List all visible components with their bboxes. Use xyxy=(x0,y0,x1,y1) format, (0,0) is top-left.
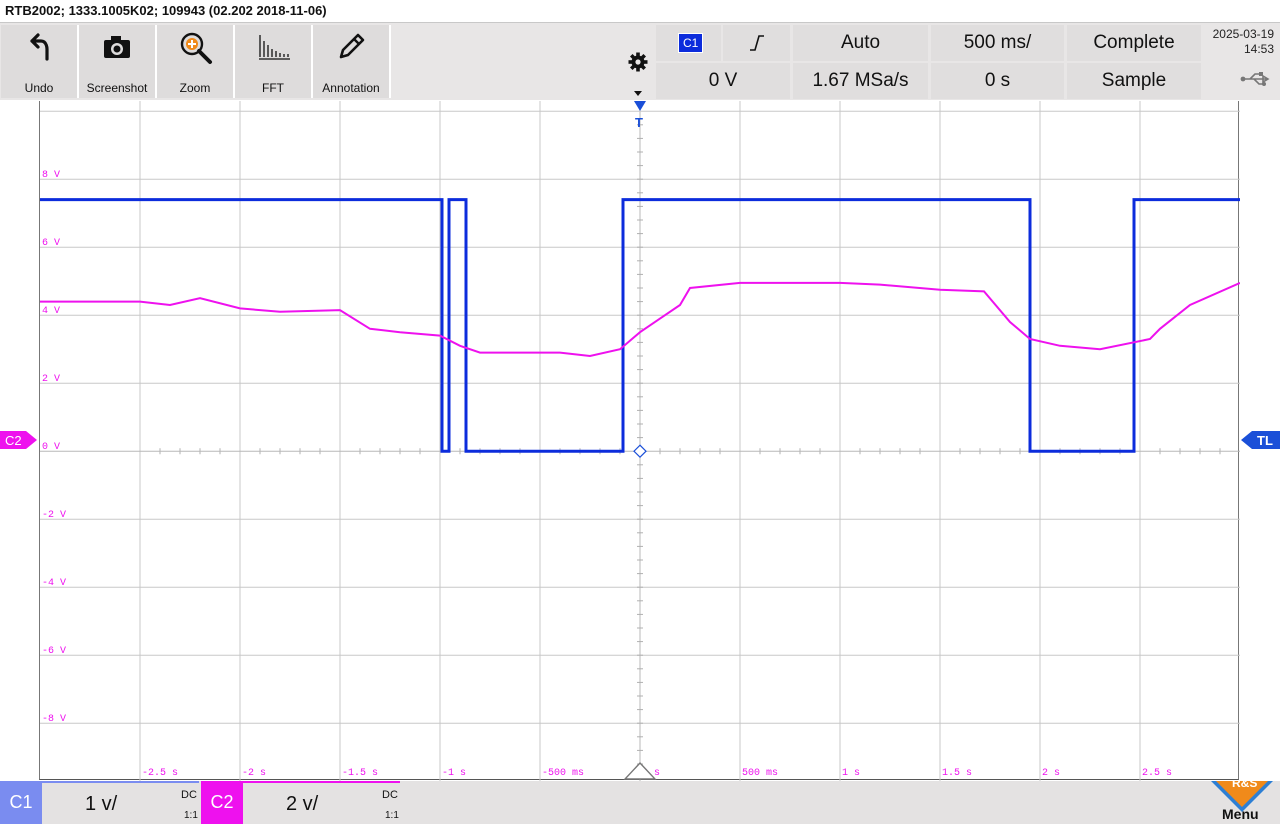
x-tick-label: -1 s xyxy=(442,768,466,779)
y-tick-label: -6 V xyxy=(42,646,66,657)
grid xyxy=(40,101,1240,781)
menu-label: Menu xyxy=(1222,806,1259,822)
trigger-source-badge: C1 xyxy=(678,33,703,53)
y-tick-label: 8 V xyxy=(42,170,60,181)
channel-1-scale: 1 v/ xyxy=(85,793,117,816)
waveform-display[interactable]: 8 V6 V4 V2 V0 V-2 V-4 V-6 V-8 V-10 V -2.… xyxy=(39,101,1239,780)
acquisition-status[interactable]: Complete xyxy=(1067,25,1201,61)
x-tick-label: 1 s xyxy=(842,768,860,779)
channel-2-box[interactable]: C2 2 v/ DC 1:1 xyxy=(201,781,400,824)
spectrum-icon xyxy=(257,31,291,63)
y-tick-label: -4 V xyxy=(42,578,66,589)
x-tick-label: 2 s xyxy=(1042,768,1060,779)
screenshot-button[interactable]: Screenshot xyxy=(79,25,157,98)
x-tick-label: 500 ms xyxy=(742,768,778,779)
annotation-label: Annotation xyxy=(313,81,389,95)
waveform-svg: 8 V6 V4 V2 V0 V-2 V-4 V-6 V-8 V-10 V -2.… xyxy=(40,101,1240,781)
left-marker-strip: C2 xyxy=(0,101,39,781)
trigger-level-marker[interactable]: TL xyxy=(1240,101,1280,781)
x-tick-label: -1.5 s xyxy=(342,768,378,779)
instrument-title: RTB2002; 1333.1005K02; 109943 (02.202 20… xyxy=(5,3,327,18)
x-tick-label: 2.5 s xyxy=(1142,768,1172,779)
channel-2-coupling: DC xyxy=(382,789,398,801)
channel-1-label: C1 xyxy=(0,781,42,824)
channel-1-probe: 1:1 xyxy=(184,810,198,821)
x-tick-label: 1.5 s xyxy=(942,768,972,779)
fft-button[interactable]: FFT xyxy=(235,25,313,98)
title-bar: RTB2002; 1333.1005K02; 109943 (02.202 20… xyxy=(0,0,1280,23)
trigger-point-marker xyxy=(634,445,646,457)
horizontal-position[interactable]: 0 s xyxy=(931,63,1064,99)
y-tick-label: -2 V xyxy=(42,510,66,521)
screenshot-label: Screenshot xyxy=(79,81,155,95)
annotation-button[interactable]: Annotation xyxy=(313,25,391,98)
undo-button[interactable]: Undo xyxy=(1,25,79,98)
channel-1-box[interactable]: C1 1 v/ DC 1:1 xyxy=(0,781,199,824)
zoom-label: Zoom xyxy=(157,81,233,95)
trigger-position-label: T xyxy=(635,115,643,130)
logo-text: R&S xyxy=(1232,781,1257,790)
gear-icon xyxy=(622,25,654,100)
channel-2-probe: 1:1 xyxy=(385,810,399,821)
channel-1-coupling: DC xyxy=(181,789,197,801)
x-tick-label: -2 s xyxy=(242,768,266,779)
channel-2-scale: 2 v/ xyxy=(286,793,318,816)
datetime-panel: 2025-03-19 14:53 xyxy=(1204,25,1278,99)
trigger-position-marker xyxy=(634,101,646,111)
rising-edge-icon xyxy=(747,33,767,53)
y-tick-label: 0 V xyxy=(42,442,60,453)
undo-arrow-icon xyxy=(23,31,55,63)
y-tick-label: 2 V xyxy=(42,374,60,385)
x-tick-labels: -2.5 s-2 s-1.5 s-1 s-500 ms0 s500 ms1 s1… xyxy=(142,768,1172,779)
undo-label: Undo xyxy=(1,81,77,95)
zoom-button[interactable]: Zoom xyxy=(157,25,235,98)
y-tick-labels: 8 V6 V4 V2 V0 V-2 V-4 V-6 V-8 V-10 V xyxy=(42,170,72,781)
settings-button[interactable] xyxy=(622,25,654,100)
x-tick-label: -500 ms xyxy=(542,768,584,779)
y-tick-label: -8 V xyxy=(42,714,66,725)
right-marker-strip: TL xyxy=(1240,101,1280,781)
ch2-offset-label: C2 xyxy=(5,433,22,448)
date-label: 2025-03-19 xyxy=(1213,27,1274,41)
channel-bar: C1 1 v/ DC 1:1 C2 2 v/ DC 1:1 xyxy=(0,781,1280,824)
trigger-source-cell[interactable]: C1 xyxy=(656,25,721,61)
trigger-slope-cell[interactable] xyxy=(723,25,790,61)
pencil-icon xyxy=(335,31,367,63)
usb-icon xyxy=(1240,71,1274,87)
trigger-level[interactable]: 0 V xyxy=(656,63,790,99)
acquisition-mode[interactable]: Sample xyxy=(1067,63,1201,99)
time-label: 14:53 xyxy=(1244,42,1274,56)
y-tick-label: 6 V xyxy=(42,238,60,249)
trigger-mode[interactable]: Auto xyxy=(793,25,928,61)
fft-label: FFT xyxy=(235,81,311,95)
magnifier-plus-icon xyxy=(179,31,213,65)
ch2-offset-marker[interactable]: C2 xyxy=(0,101,39,781)
camera-icon xyxy=(101,31,133,63)
sample-rate[interactable]: 1.67 MSa/s xyxy=(793,63,928,99)
channel-2-label: C2 xyxy=(201,781,243,824)
x-tick-label: -2.5 s xyxy=(142,768,178,779)
trigger-level-marker-label: TL xyxy=(1257,433,1273,448)
y-tick-label: 4 V xyxy=(42,306,60,317)
time-scale[interactable]: 500 ms/ xyxy=(931,25,1064,61)
